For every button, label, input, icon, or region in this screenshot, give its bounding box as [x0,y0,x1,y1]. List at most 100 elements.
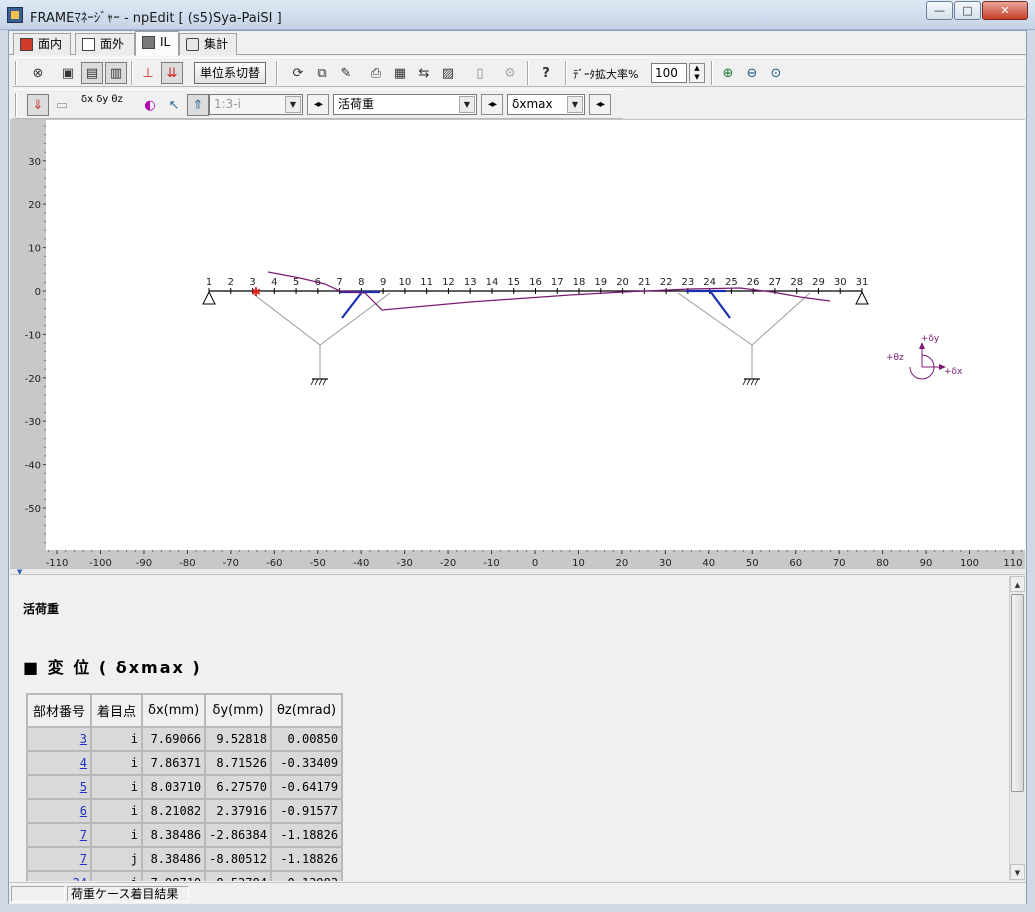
dx-cell: 7.69066 [143,728,205,750]
unit-switch-button[interactable]: 単位系切替 [194,62,267,84]
table-row: 4 i 7.86371 8.71526 -0.33409 [28,752,342,774]
y-tick-label: 20 [28,200,41,211]
pick-icon[interactable]: ↖ [163,94,185,116]
report-scrollbar[interactable]: ▲ ▼ [1009,576,1025,881]
member-link[interactable]: 3 [80,732,87,746]
node-label: 19 [594,277,607,288]
scroll-up-icon[interactable]: ▲ [1010,576,1025,592]
table-row: 6 i 8.21082 2.37916 -0.91577 [28,800,342,822]
disabled-tool-icon[interactable]: ▭ [51,94,73,116]
left-support-icon [202,290,216,305]
member-link[interactable]: 5 [80,780,87,794]
point-cell: i [92,800,142,822]
tz-cell: -1.18826 [271,824,342,846]
right-pier [677,292,811,378]
node-label: 15 [507,277,520,288]
frame-plot[interactable]: 3020100-10-20-30-40-50-110 -100 -90 -80 -70-… [10,120,1025,570]
legend-tz-label: +θz [886,353,904,363]
toolbar-separator [711,61,713,85]
node-label: 4 [271,277,277,288]
book-icon[interactable]: ▯ [469,62,491,84]
settings-icon[interactable]: ⚙ [499,62,521,84]
member-link[interactable]: 7 [80,828,87,842]
node-label: 16 [529,277,542,288]
column-header: 着目点 [92,695,142,726]
il-toolbar: ⇓ ▭ δx δy θz ◐ ↖ ⇑ 1:3-i ▼ ◂▸ 活荷重 ▼ ◂▸ δ… [13,89,623,119]
printer-icon[interactable]: ▣ [57,62,79,84]
print-preview-icon[interactable]: ⎙ [365,62,387,84]
member-select[interactable]: 1:3-i ▼ [209,94,303,115]
y-tick-label: -30 [25,417,41,428]
node-label: 18 [573,277,586,288]
toolbar-separator [276,61,278,85]
member-link[interactable]: 24 [73,876,87,881]
title-bar[interactable]: FRAMEﾏﾈｰｼﾞｬｰ - npEdit [ (s5)Sya-PaiSI ] … [0,0,1035,30]
node-label: 24 [703,277,716,288]
column-header: θz(mrad) [271,695,342,726]
load-icon[interactable]: ⇊ [161,62,183,84]
stop-icon[interactable]: ⊗ [27,62,49,84]
point-cell: i [92,776,142,798]
scroll-down-icon[interactable]: ▼ [1010,864,1025,880]
member-link[interactable]: 6 [80,804,87,818]
member-link[interactable]: 7 [80,852,87,866]
dx-cell: 8.38486 [143,848,205,870]
palette-icon[interactable]: ◐ [139,94,161,116]
maximize-button[interactable]: □ [954,1,981,20]
app-icon[interactable] [7,7,23,23]
tab-outplane[interactable]: 面外 [75,33,135,55]
edit-icon[interactable]: ✎ [335,62,357,84]
fixed-support-hatch [742,378,747,386]
member-link[interactable]: 4 [80,756,87,770]
splitter-arrow-icon[interactable]: ▼ [17,569,22,576]
view-frame-icon[interactable]: ▤ [81,62,103,84]
close-button[interactable]: ✕ [982,1,1028,20]
node-label: 22 [660,277,673,288]
member-prev-next[interactable]: ◂▸ [307,94,329,115]
download-icon[interactable]: ⇓ [27,94,49,116]
image-icon[interactable]: ▨ [437,62,459,84]
help-icon[interactable]: ? [535,62,557,84]
view-list-icon[interactable]: ▥ [105,62,127,84]
tab-inplane[interactable]: 面内 [13,33,71,55]
column-header: 部材番号 [28,695,91,726]
export-icon[interactable]: ⇆ [413,62,435,84]
table-row: 5 i 8.03710 6.27570 -0.64179 [28,776,342,798]
table-body: 3 i 7.69066 9.52818 0.00850 4 i 7.86371 8.71526-… [28,728,342,881]
y-tick-label: 10 [28,244,41,255]
node-label: 26 [747,277,760,288]
zoom-in-icon[interactable]: ⊕ [717,62,739,84]
pane-splitter[interactable]: ▼ [10,568,1025,576]
node-label: 28 [790,277,803,288]
copy-icon[interactable]: ⧉ [311,62,333,84]
tz-cell: -0.91577 [271,800,342,822]
table-row: 3 i 7.69066 9.52818 0.00850 [28,728,342,750]
scroll-thumb[interactable] [1011,594,1024,792]
document-icon[interactable]: ▦ [389,62,411,84]
status-pane-mode: 荷重ケース着目結果 [67,886,189,902]
member-select-value: 1:3-i [214,97,241,111]
support-icon[interactable]: ⊥ [137,62,159,84]
toolbar-separator [131,61,133,85]
displacement-components-label: δx δy θz [81,94,123,105]
data-scale-stepper[interactable]: ▲ ▼ [689,63,705,83]
refresh-icon[interactable]: ⟳ [287,62,309,84]
tab-summary[interactable]: 集計 [179,33,237,55]
toolbar-separator [15,93,17,117]
component-select[interactable]: δxmax ▼ [507,94,585,115]
node-label: 31 [856,277,869,288]
tz-cell: -0.33409 [271,752,342,774]
data-scale-input[interactable]: 100 [651,63,687,83]
zoom-out-icon[interactable]: ⊖ [741,62,763,84]
sort-up-icon[interactable]: ⇑ [187,94,209,116]
y-tick-label: -20 [25,374,41,385]
minimize-button[interactable]: — [926,1,953,20]
influence-line-canvas[interactable]: 30 20 10 0 -10 -20 -30 -40 -50 -110 -100 -90 -80 -70-… [10,119,1025,570]
right-support-icon [855,290,869,305]
node-label: 13 [464,277,477,288]
load-case-prev-next[interactable]: ◂▸ [481,94,503,115]
component-prev-next[interactable]: ◂▸ [589,94,611,115]
load-case-select[interactable]: 活荷重 ▼ [333,94,477,115]
zoom-fit-icon[interactable]: ⊙ [765,62,787,84]
tab-influence-line[interactable]: IL [135,31,179,56]
